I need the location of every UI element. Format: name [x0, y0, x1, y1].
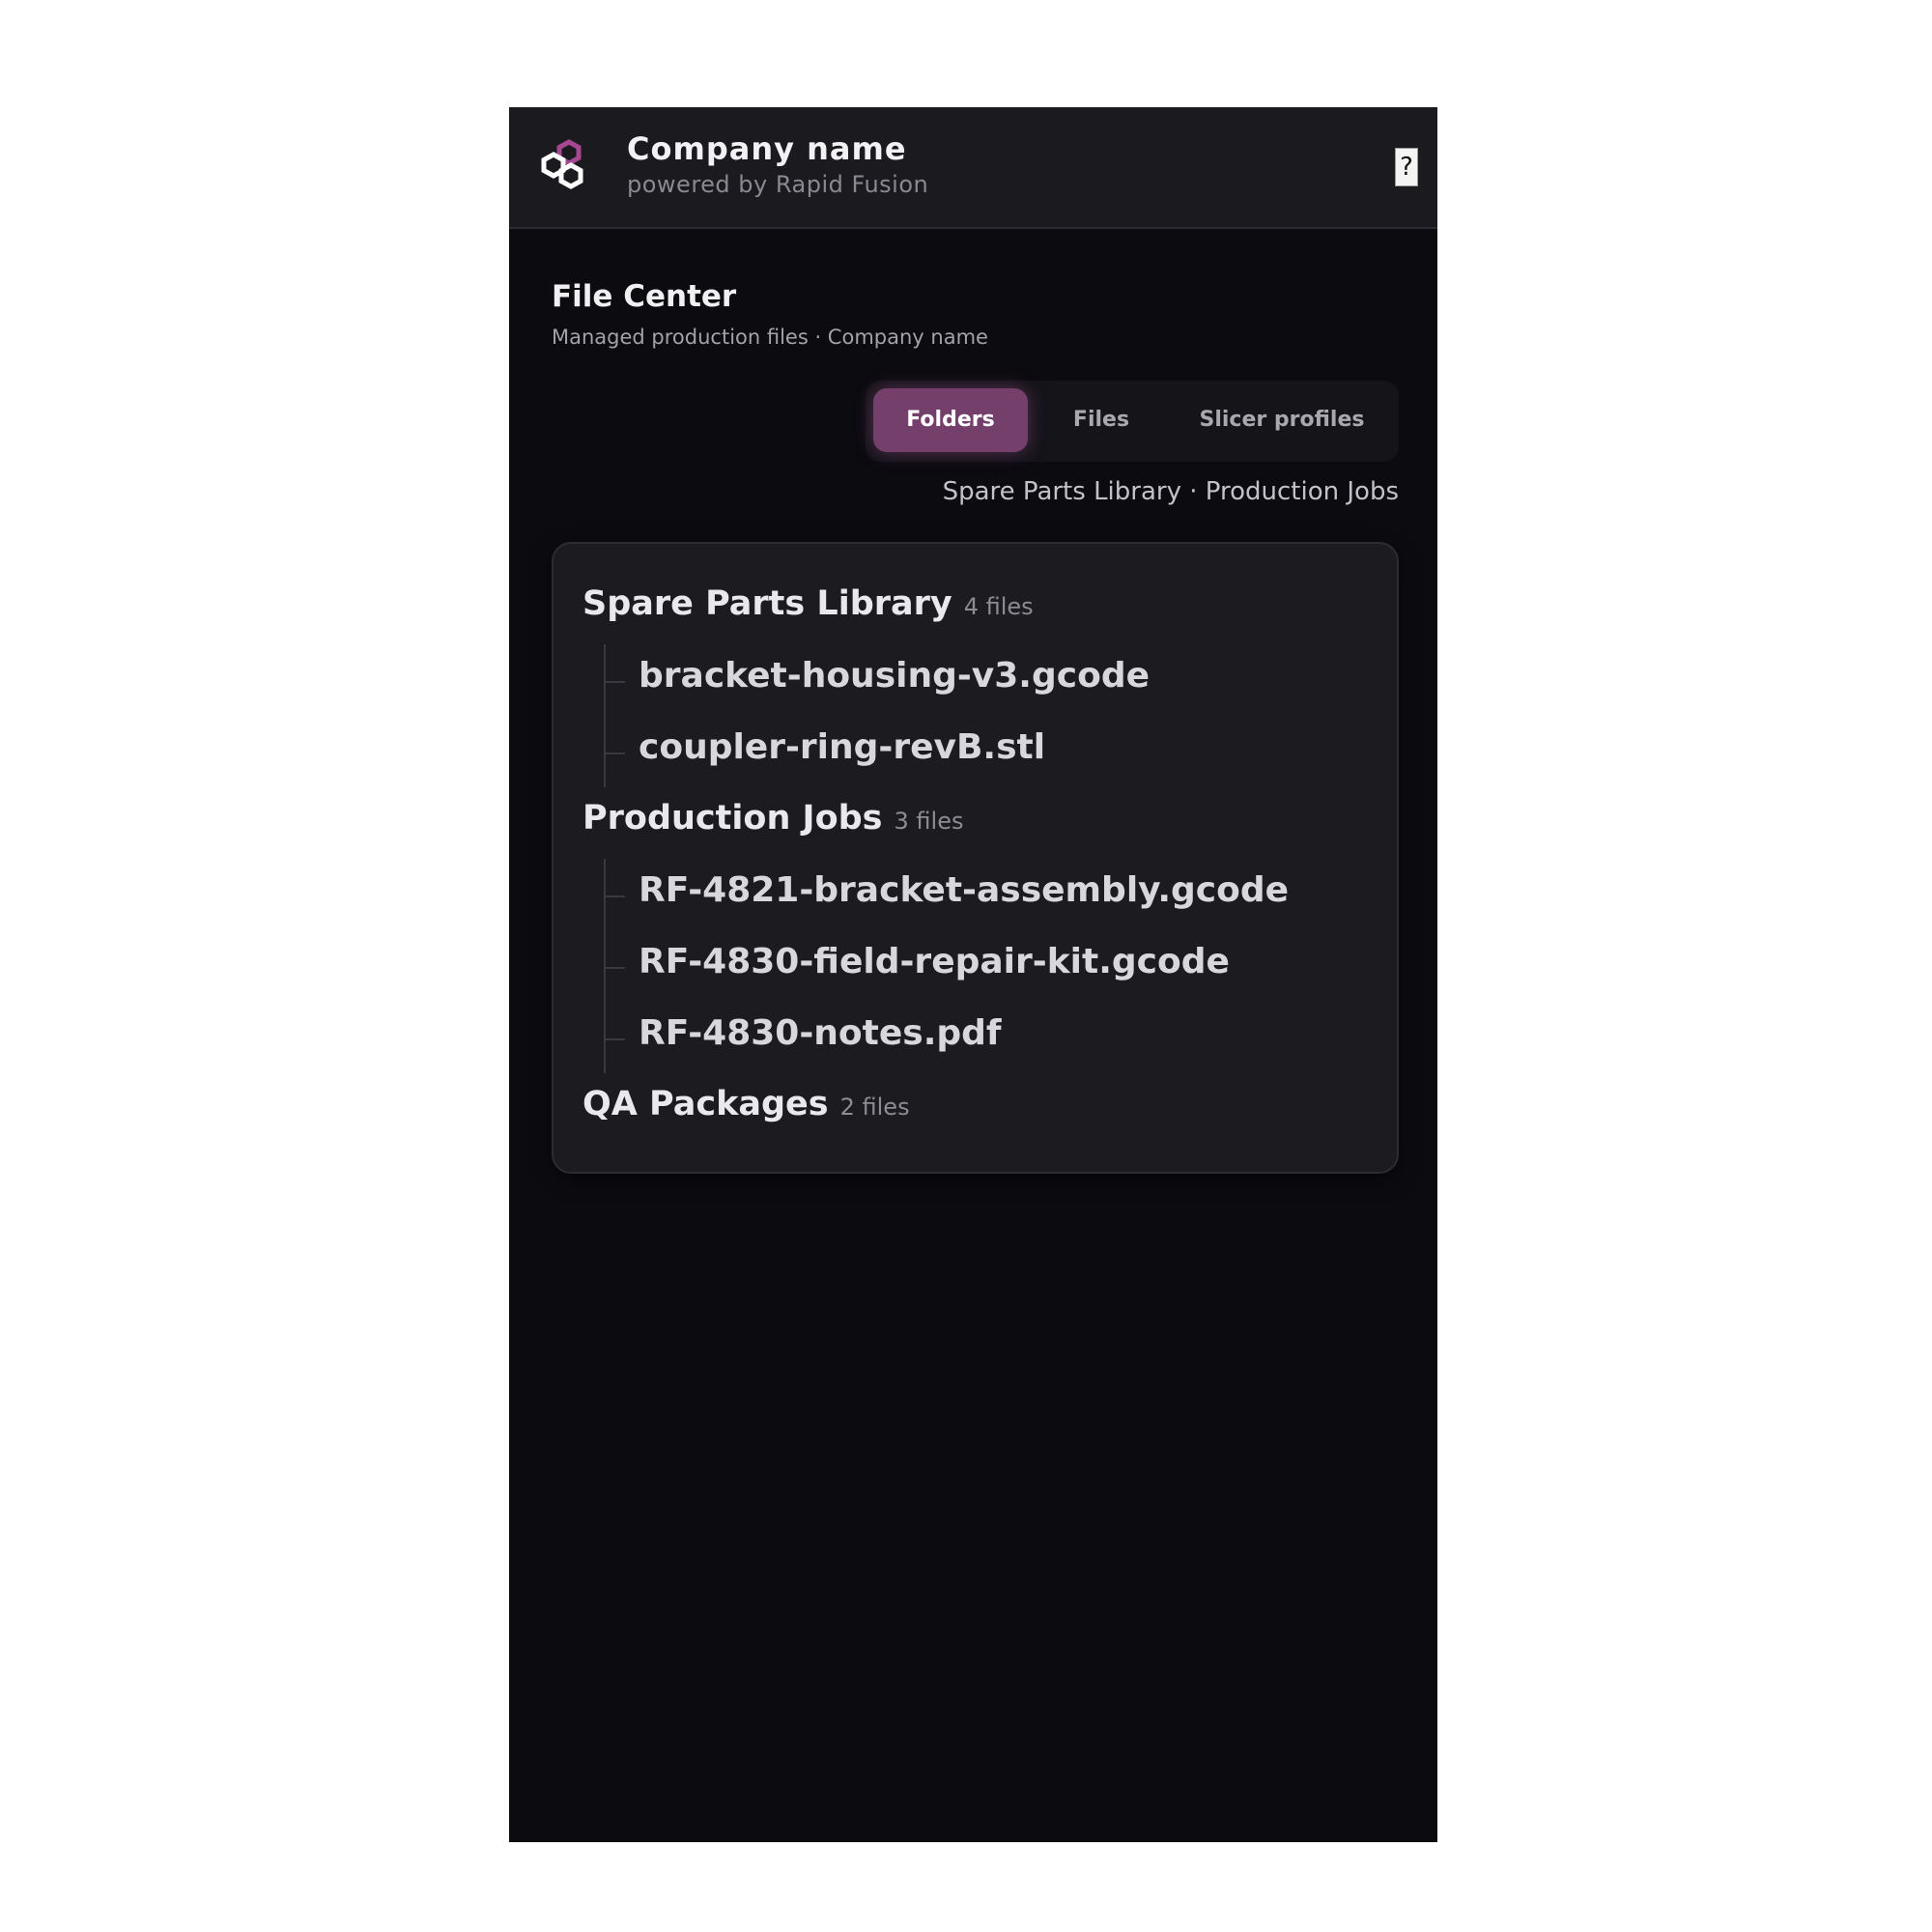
folder-file-count: 2 files: [839, 1094, 910, 1121]
view-tabs: Folders Files Slicer profiles: [866, 381, 1399, 462]
folder-file-count: 3 files: [894, 808, 964, 835]
company-name: Company name: [627, 130, 907, 167]
tree-branch: [604, 753, 625, 754]
folder-spare-parts-library[interactable]: Spare Parts Library 4 files: [582, 584, 1034, 633]
tab-files[interactable]: Files: [1043, 388, 1159, 452]
file-name: RF-4821-bracket-assembly.gcode: [639, 870, 1290, 910]
breadcrumb: Spare Parts Library · Production Jobs: [942, 477, 1399, 506]
help-button[interactable]: ?: [1395, 148, 1418, 186]
tree-branch: [604, 1038, 625, 1040]
tree-connector: [604, 644, 606, 787]
tab-folders[interactable]: Folders: [873, 388, 1028, 452]
file-name: RF-4830-notes.pdf: [639, 1013, 1002, 1053]
folder-qa-packages[interactable]: QA Packages 2 files: [582, 1085, 910, 1133]
folder-file-count: 4 files: [963, 593, 1034, 620]
tab-slicer-profiles[interactable]: Slicer profiles: [1173, 388, 1391, 452]
tree-connector: [604, 859, 606, 1073]
folder-name: Production Jobs: [582, 799, 883, 838]
folder-production-jobs[interactable]: Production Jobs 3 files: [582, 799, 963, 847]
tree-branch: [604, 895, 625, 897]
tree-branch: [604, 967, 625, 969]
tree-branch: [604, 681, 625, 683]
powered-by-label: powered by Rapid Fusion: [627, 171, 929, 198]
hexagon-logo-icon: [541, 139, 583, 189]
folder-name: QA Packages: [582, 1085, 829, 1123]
folder-tree-card: Spare Parts Library 4 files bracket-housi…: [552, 542, 1399, 1174]
page-subtitle: Managed production files · Company name: [552, 326, 988, 349]
page-title: File Center: [552, 279, 737, 314]
file-name: RF-4830-field-repair-kit.gcode: [639, 942, 1230, 981]
folder-name: Spare Parts Library: [582, 584, 952, 623]
file-name: coupler-ring-revB.stl: [639, 727, 1046, 767]
file-name: bracket-housing-v3.gcode: [639, 656, 1151, 696]
app-header: Company name powered by Rapid Fusion ?: [509, 107, 1437, 229]
app-window: Company name powered by Rapid Fusion ? F…: [509, 107, 1437, 1842]
